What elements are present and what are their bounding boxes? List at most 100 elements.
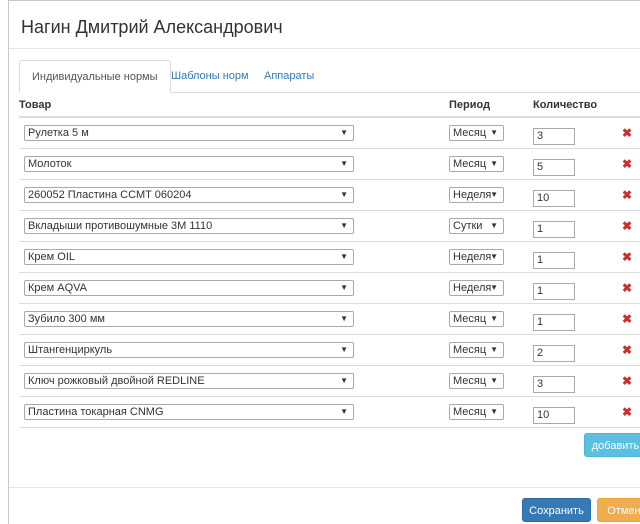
period-select-value: Месяц bbox=[453, 313, 487, 325]
chevron-down-icon: ▼ bbox=[340, 407, 348, 416]
quantity-input[interactable]: 1 bbox=[533, 251, 575, 269]
product-cell: Вкладыши противошумные 3М 1110 ▼ bbox=[19, 210, 449, 242]
period-cell: Сутки ▼ bbox=[449, 210, 533, 242]
product-select[interactable]: 260052 Пластина CCMT 060204 ▼ bbox=[24, 187, 354, 203]
product-select-value: Зубило 300 мм bbox=[28, 313, 105, 325]
product-select-value: Ключ рожковый двойной REDLINE bbox=[28, 375, 205, 387]
chevron-down-icon: ▼ bbox=[340, 128, 348, 137]
cancel-button[interactable]: Отмена bbox=[597, 498, 640, 522]
product-select-value: 260052 Пластина CCMT 060204 bbox=[28, 189, 192, 201]
tab-devices[interactable]: Аппараты bbox=[264, 60, 314, 92]
chevron-down-icon: ▼ bbox=[490, 252, 498, 261]
quantity-input[interactable]: 10 bbox=[533, 406, 575, 424]
delete-row-icon[interactable]: ✖ bbox=[613, 210, 640, 242]
product-select[interactable]: Рулетка 5 м ▼ bbox=[24, 125, 354, 141]
add-button[interactable]: добавить bbox=[584, 433, 640, 457]
quantity-cell: 1 bbox=[533, 210, 613, 242]
chevron-down-icon: ▼ bbox=[490, 376, 498, 385]
quantity-input[interactable]: 1 bbox=[533, 282, 575, 300]
period-select[interactable]: Месяц ▼ bbox=[449, 404, 504, 420]
product-select[interactable]: Пластина токарная CNMG ▼ bbox=[24, 404, 354, 420]
quantity-input[interactable]: 10 bbox=[533, 189, 575, 207]
table-row: 260052 Пластина CCMT 060204 ▼ Неделя ▼ 10 ✖ bbox=[19, 179, 640, 211]
table-header-row: Товар Период Количество bbox=[19, 94, 640, 118]
period-select[interactable]: Месяц ▼ bbox=[449, 342, 504, 358]
chevron-down-icon: ▼ bbox=[490, 407, 498, 416]
modal-header: Нагин Дмитрий Александрович bbox=[9, 1, 640, 49]
period-select[interactable]: Неделя ▼ bbox=[449, 280, 504, 296]
period-select[interactable]: Месяц ▼ bbox=[449, 125, 504, 141]
delete-row-icon[interactable]: ✖ bbox=[613, 272, 640, 304]
product-select[interactable]: Молоток ▼ bbox=[24, 156, 354, 172]
chevron-down-icon: ▼ bbox=[340, 159, 348, 168]
header-product: Товар bbox=[19, 94, 449, 118]
product-select-value: Пластина токарная CNMG bbox=[28, 406, 164, 418]
product-select-value: Крем OIL bbox=[28, 251, 75, 263]
period-select[interactable]: Месяц ▼ bbox=[449, 311, 504, 327]
product-select[interactable]: Штангенциркуль ▼ bbox=[24, 342, 354, 358]
period-select[interactable]: Месяц ▼ bbox=[449, 373, 504, 389]
quantity-cell: 1 bbox=[533, 303, 613, 335]
quantity-cell: 1 bbox=[533, 241, 613, 273]
delete-row-icon[interactable]: ✖ bbox=[613, 148, 640, 180]
quantity-cell: 10 bbox=[533, 396, 613, 428]
period-select-value: Месяц bbox=[453, 127, 487, 139]
table-row: Ключ рожковый двойной REDLINE ▼ Месяц ▼ 3 ✖ bbox=[19, 365, 640, 397]
chevron-down-icon: ▼ bbox=[490, 159, 498, 168]
quantity-input[interactable]: 3 bbox=[533, 127, 575, 145]
product-select-value: Штангенциркуль bbox=[28, 344, 113, 356]
quantity-input[interactable]: 5 bbox=[533, 158, 575, 176]
period-cell: Неделя ▼ bbox=[449, 272, 533, 304]
product-select[interactable]: Вкладыши противошумные 3М 1110 ▼ bbox=[24, 218, 354, 234]
product-select[interactable]: Крем OIL ▼ bbox=[24, 249, 354, 265]
period-cell: Месяц ▼ bbox=[449, 334, 533, 366]
product-select[interactable]: Ключ рожковый двойной REDLINE ▼ bbox=[24, 373, 354, 389]
tab-norm-templates[interactable]: Шаблоны норм bbox=[171, 60, 249, 92]
delete-row-icon[interactable]: ✖ bbox=[613, 117, 640, 149]
product-select-value: Молоток bbox=[28, 158, 72, 170]
table-row: Крем OIL ▼ Неделя ▼ 1 ✖ bbox=[19, 241, 640, 273]
quantity-cell: 10 bbox=[533, 179, 613, 211]
period-select[interactable]: Неделя ▼ bbox=[449, 249, 504, 265]
chevron-down-icon: ▼ bbox=[490, 314, 498, 323]
chevron-down-icon: ▼ bbox=[490, 190, 498, 199]
chevron-down-icon: ▼ bbox=[340, 345, 348, 354]
period-select-value: Сутки bbox=[453, 220, 483, 232]
delete-row-icon[interactable]: ✖ bbox=[613, 365, 640, 397]
tabs-bar: Индивидуальные нормы Шаблоны норм Аппара… bbox=[19, 60, 640, 93]
period-select-value: Неделя bbox=[453, 282, 492, 294]
period-select-value: Месяц bbox=[453, 344, 487, 356]
product-select[interactable]: Зубило 300 мм ▼ bbox=[24, 311, 354, 327]
delete-row-icon[interactable]: ✖ bbox=[613, 396, 640, 428]
chevron-down-icon: ▼ bbox=[490, 283, 498, 292]
period-select[interactable]: Месяц ▼ bbox=[449, 156, 504, 172]
quantity-input[interactable]: 1 bbox=[533, 313, 575, 331]
table-row: Рулетка 5 м ▼ Месяц ▼ 3 ✖ bbox=[19, 117, 640, 149]
delete-row-icon[interactable]: ✖ bbox=[613, 303, 640, 335]
delete-row-icon[interactable]: ✖ bbox=[613, 179, 640, 211]
period-cell: Месяц ▼ bbox=[449, 365, 533, 397]
quantity-input[interactable]: 1 bbox=[533, 220, 575, 238]
quantity-input[interactable]: 3 bbox=[533, 375, 575, 393]
period-cell: Месяц ▼ bbox=[449, 303, 533, 335]
norms-modal: Нагин Дмитрий Александрович Индивидуальн… bbox=[8, 0, 640, 524]
product-cell: Крем OIL ▼ bbox=[19, 241, 449, 273]
product-select-value: Рулетка 5 м bbox=[28, 127, 89, 139]
table-body: Рулетка 5 м ▼ Месяц ▼ 3 ✖ Молоток ▼ Месяц ▼ 5 ✖ 2600… bbox=[19, 117, 640, 428]
delete-row-icon[interactable]: ✖ bbox=[613, 334, 640, 366]
save-button[interactable]: Сохранить bbox=[522, 498, 591, 522]
product-select[interactable]: Крем AQVA ▼ bbox=[24, 280, 354, 296]
header-period: Период bbox=[449, 94, 533, 118]
delete-row-icon[interactable]: ✖ bbox=[613, 241, 640, 273]
header-quantity: Количество bbox=[533, 94, 613, 118]
period-cell: Неделя ▼ bbox=[449, 241, 533, 273]
period-select[interactable]: Сутки ▼ bbox=[449, 218, 504, 234]
chevron-down-icon: ▼ bbox=[340, 376, 348, 385]
period-select-value: Неделя bbox=[453, 189, 492, 201]
table-row: Крем AQVA ▼ Неделя ▼ 1 ✖ bbox=[19, 272, 640, 304]
quantity-input[interactable]: 2 bbox=[533, 344, 575, 362]
period-select-value: Неделя bbox=[453, 251, 492, 263]
period-select[interactable]: Неделя ▼ bbox=[449, 187, 504, 203]
tab-individual-norms[interactable]: Индивидуальные нормы bbox=[19, 60, 171, 93]
modal-title: Нагин Дмитрий Александрович bbox=[21, 17, 283, 37]
